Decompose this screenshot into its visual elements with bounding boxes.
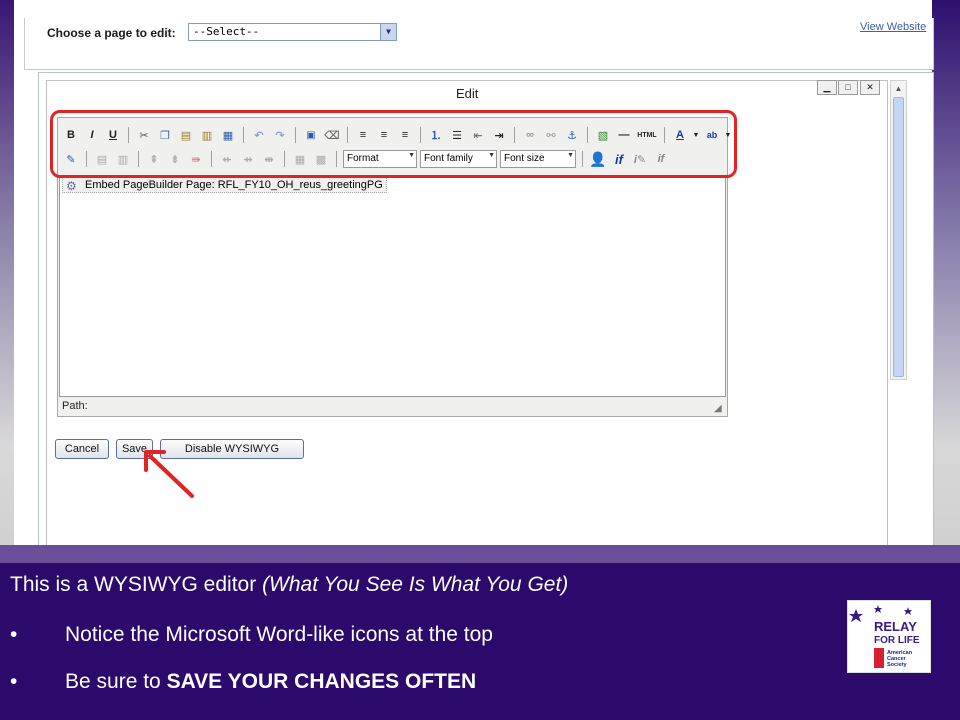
caption-line-1-italic: (What You See Is What You Get) <box>262 573 569 596</box>
left-gradient <box>0 0 14 560</box>
view-website-link[interactable]: View Website <box>860 21 926 33</box>
bullet-1-symbol: • <box>10 623 18 646</box>
page-select[interactable]: --Select-- ▼ <box>188 23 397 41</box>
close-button[interactable]: ✕ <box>860 80 880 95</box>
resize-grip-icon[interactable]: ◢ <box>714 403 722 414</box>
relay-logo-graphic: RELAY FOR LIFE American Cancer Society <box>842 605 920 668</box>
logo-text-for-life: FOR LIFE <box>874 635 920 646</box>
cancel-button[interactable]: Cancel <box>55 439 109 459</box>
embed-text: Embed PageBuilder Page: RFL_FY10_OH_reus… <box>85 179 383 191</box>
logo-text-society: Society <box>887 662 908 668</box>
chevron-down-icon[interactable]: ▼ <box>380 24 396 40</box>
choose-page-label: Choose a page to edit: <box>47 26 176 40</box>
path-label: Path: <box>62 400 88 412</box>
logo-text-relay: RELAY <box>874 619 917 634</box>
relay-for-life-logo: RELAY FOR LIFE American Cancer Society <box>842 600 931 673</box>
scrollbar-thumb[interactable] <box>893 97 904 377</box>
toolbar-highlight-box <box>50 110 737 178</box>
red-arrow-icon <box>144 450 194 498</box>
minimize-button[interactable]: ▁ <box>817 80 837 95</box>
scroll-up-icon[interactable]: ▲ <box>891 81 906 96</box>
caption-line-1-plain: This is a WYSIWYG editor <box>10 573 263 596</box>
maximize-button[interactable]: □ <box>838 80 858 95</box>
bullet-2-symbol: • <box>10 670 18 693</box>
embedded-page-block[interactable]: ⚙ Embed PageBuilder Page: RFL_FY10_OH_re… <box>62 177 387 193</box>
caption-bullet-2-bold: SAVE YOUR CHANGES OFTEN <box>166 670 477 693</box>
edit-window-title: Edit <box>456 86 479 101</box>
caption-line-1: This is a WYSIWYG editor (What You See I… <box>10 573 568 597</box>
editor-content-area[interactable] <box>59 175 726 397</box>
caption-bullet-2: Be sure to SAVE YOUR CHANGES OFTEN <box>65 670 476 694</box>
gear-icon: ⚙ <box>66 179 77 193</box>
vertical-scrollbar[interactable]: ▲ <box>890 80 907 380</box>
right-gradient <box>932 0 960 560</box>
caption-bullet-1: Notice the Microsoft Word-like icons at … <box>65 623 493 646</box>
page-select-value: --Select-- <box>193 25 260 38</box>
caption-bullet-2-plain: Be sure to <box>65 670 167 693</box>
